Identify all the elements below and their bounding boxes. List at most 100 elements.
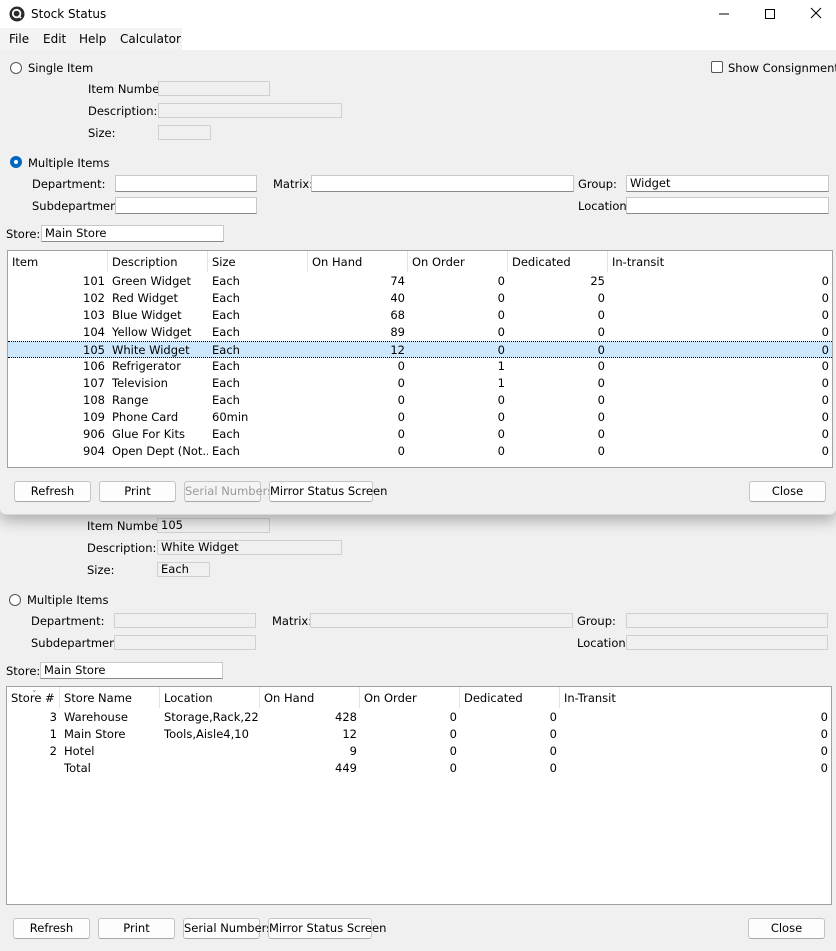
item-intransit-cell: 0 [821,325,829,339]
back-subdepartment-field[interactable] [114,635,256,650]
store-col-intransit[interactable]: In-Transit [560,687,831,708]
store-row[interactable]: 2 Hotel 9 0 0 0 [7,743,831,760]
item-size-cell: Each [212,308,240,322]
department-field[interactable] [115,175,257,192]
size-field[interactable] [158,125,211,140]
location-field[interactable] [626,197,829,214]
subdepartment-field[interactable] [115,197,257,214]
store-intransit-cell: 0 [820,761,828,775]
item-row[interactable]: 906 Glue For Kits Each 0 0 0 0 [8,426,832,443]
refresh-button[interactable]: Refresh [14,481,91,502]
back-group-field[interactable] [626,613,828,628]
serial-numbers-button[interactable]: Serial Numbers [184,481,273,502]
items-col-onhand[interactable]: On Hand [308,251,408,272]
matrix-field[interactable] [311,175,574,192]
item-row[interactable]: 104 Yellow Widget Each 89 0 0 0 [8,324,832,341]
items-col-description[interactable]: Description [108,251,208,272]
print-button[interactable]: Print [99,481,176,502]
item-row[interactable]: 105 White Widget Each 12 0 0 0 [8,341,832,358]
size-label: Size: [88,126,116,140]
store-col-location[interactable]: Location [160,687,260,708]
back-location-field[interactable] [626,635,828,650]
item-description-cell: Television [112,376,168,390]
menu-edit[interactable]: Edit [43,32,66,46]
group-field[interactable]: Widget [626,175,829,192]
show-consignment-checkbox[interactable] [711,61,723,73]
item-row[interactable]: 904 Open Dept (Not... Each 0 0 0 0 [8,443,832,460]
store-row[interactable]: 3 Warehouse Storage,Rack,22 428 0 0 0 [7,709,831,726]
item-onorder-cell: 0 [497,274,505,288]
item-onhand-cell: 40 [390,291,405,305]
item-row[interactable]: 109 Phone Card 60min 0 0 0 0 [8,409,832,426]
back-store-label: Store: [6,664,41,678]
store-row[interactable]: 1 Main Store Tools,Aisle4,10 12 0 0 0 [7,726,831,743]
items-grid: Item Description Size On Hand On Order D… [7,250,833,468]
description-field[interactable] [158,103,342,118]
item-row[interactable]: 107 Television Each 0 1 0 0 [8,375,832,392]
items-col-intransit[interactable]: In-transit [608,251,832,272]
store-number-cell: 3 [49,710,57,724]
close-button[interactable]: Close [749,481,826,502]
item-row[interactable]: 102 Red Widget Each 40 0 0 0 [8,290,832,307]
item-number-cell: 104 [83,325,105,339]
back-print-button[interactable]: Print [98,918,175,939]
menu-help[interactable]: Help [79,32,106,46]
multiple-items-radio[interactable] [10,156,22,168]
item-row[interactable]: 103 Blue Widget Each 68 0 0 0 [8,307,832,324]
menu-calculator[interactable]: Calculator [120,32,181,46]
item-row[interactable]: 101 Green Widget Each 74 0 25 0 [8,273,832,290]
menu-file[interactable]: File [9,32,29,46]
back-group-label: Group: [577,614,616,628]
item-size-cell: Each [212,376,240,390]
store-row[interactable]: Total 449 0 0 0 [7,760,831,777]
item-row[interactable]: 108 Range Each 0 0 0 0 [8,392,832,409]
items-col-onorder[interactable]: On Order [408,251,508,272]
item-onhand-cell: 12 [390,343,405,357]
item-onhand-cell: 0 [397,376,405,390]
store-location-cell [160,760,260,777]
store-col-dedicated[interactable]: Dedicated [460,687,560,708]
store-field[interactable]: Main Store [41,225,224,242]
item-onhand-cell: 0 [397,359,405,373]
item-size-cell: Each [212,444,240,458]
back-store-field[interactable]: Main Store [40,662,223,679]
back-item-number-field[interactable]: 105 [157,518,270,533]
title-bar[interactable]: Stock Status [0,0,836,28]
items-col-dedicated[interactable]: Dedicated [508,251,608,272]
minimize-icon[interactable] [716,6,732,22]
item-dedicated-cell: 0 [597,325,605,339]
description-label: Description: [88,104,158,118]
close-icon[interactable] [808,5,824,21]
item-description-cell: Yellow Widget [112,325,192,339]
single-item-radio[interactable] [10,62,22,74]
back-size-field[interactable]: Each [157,562,210,577]
item-number-field[interactable] [158,81,270,96]
back-description-field[interactable]: White Widget [157,540,342,555]
back-size-label: Size: [87,563,115,577]
item-number-label: Item Number: [88,82,168,96]
store-col-onorder[interactable]: On Order [360,687,460,708]
store-col-onhand[interactable]: On Hand [260,687,360,708]
items-col-item[interactable]: Item [8,251,108,272]
store-col-name[interactable]: Store Name [60,687,160,708]
item-dedicated-cell: 0 [597,376,605,390]
item-onhand-cell: 0 [397,444,405,458]
item-intransit-cell: 0 [821,427,829,441]
mirror-status-button[interactable]: Mirror Status Screen [269,481,387,502]
maximize-icon[interactable] [762,6,778,22]
back-department-field[interactable] [114,613,256,628]
back-refresh-button[interactable]: Refresh [13,918,90,939]
item-dedicated-cell: 0 [597,359,605,373]
item-description-cell: Red Widget [112,291,179,305]
back-multiple-items-radio[interactable] [9,594,21,606]
item-description-cell: Blue Widget [112,308,182,322]
store-name-cell: Total [64,761,91,775]
back-matrix-field[interactable] [310,613,573,628]
item-row[interactable]: 106 Refrigerator Each 0 1 0 0 [8,358,832,375]
department-label: Department: [32,177,106,191]
back-mirror-status-button[interactable]: Mirror Status Screen [268,918,386,939]
back-serial-numbers-button[interactable]: Serial Numbers [183,918,272,939]
item-description-cell: White Widget [112,343,190,357]
back-close-button[interactable]: Close [748,918,825,939]
items-col-size[interactable]: Size [208,251,308,272]
